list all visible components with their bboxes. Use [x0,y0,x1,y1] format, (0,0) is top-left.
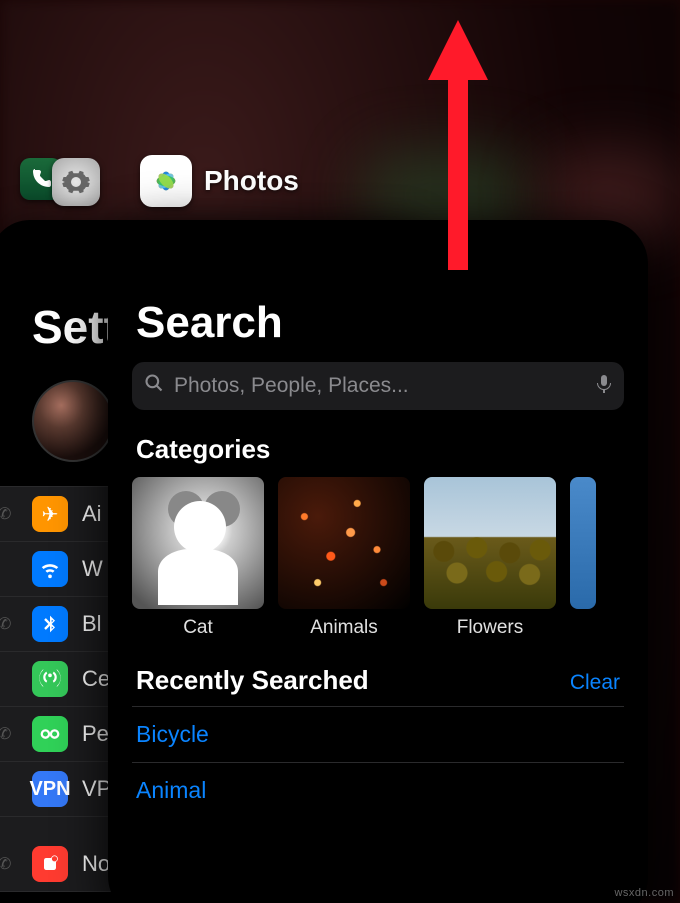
hotspot-icon [32,716,68,752]
settings-row-label: No [82,851,110,877]
notifications-icon [32,846,68,882]
settings-row-label: Bl [82,611,102,637]
category-thumbnail [570,477,596,609]
recent-search-item[interactable]: Animal [132,762,624,818]
vpn-icon: VPN [32,771,68,807]
category-label: Cat [132,609,264,639]
microphone-icon[interactable] [596,374,612,399]
categories-header: Categories [132,410,624,477]
category-item[interactable]: Cat [132,477,264,639]
avatar [32,380,114,462]
recent-call-icon: ✆ [0,724,18,744]
phone-handset-icon [29,167,53,191]
recent-search-item[interactable]: Bicycle [132,706,624,762]
recent-search-label: Animal [136,777,206,803]
recent-call-icon: ✆ [0,854,18,874]
settings-row-label: Ce [82,666,110,692]
recent-search-label: Bicycle [136,721,209,747]
app-switcher-card-photos[interactable]: Search Categories Cat Animals Flowers Re… [108,220,648,903]
category-thumbnail [278,477,410,609]
search-icon [144,373,164,399]
clear-button[interactable]: Clear [570,671,620,695]
category-label: Animals [278,609,410,639]
airplane-icon: ✈ [32,496,68,532]
search-bar[interactable] [132,362,624,410]
settings-row-label: Pe [82,721,109,747]
search-title: Search [132,220,624,362]
settings-app-icon[interactable] [52,158,100,206]
recent-call-icon: ✆ [0,614,18,634]
bluetooth-icon [32,606,68,642]
categories-row[interactable]: Cat Animals Flowers [132,477,624,639]
category-thumbnail [132,477,264,609]
category-item[interactable] [570,477,624,639]
recent-call-icon: ✆ [0,504,18,524]
category-item[interactable]: Animals [278,477,410,639]
category-thumbnail [424,477,556,609]
settings-row-label: VP [82,776,111,802]
settings-row-label: W [82,556,103,582]
photos-app-label: Photos [204,165,299,197]
cellular-icon [32,661,68,697]
photos-flower-icon [149,164,183,198]
recently-searched-header: Recently Searched [136,665,369,696]
app-switcher-header-photos: Photos [140,155,299,207]
watermark: wsxdn.com [614,887,674,899]
category-label: Flowers [424,609,556,639]
photos-app-icon[interactable] [140,155,192,207]
search-input[interactable] [174,374,586,398]
wifi-icon [32,551,68,587]
settings-row-label: Ai [82,501,102,527]
gear-icon [61,167,91,197]
category-item[interactable]: Flowers [424,477,556,639]
